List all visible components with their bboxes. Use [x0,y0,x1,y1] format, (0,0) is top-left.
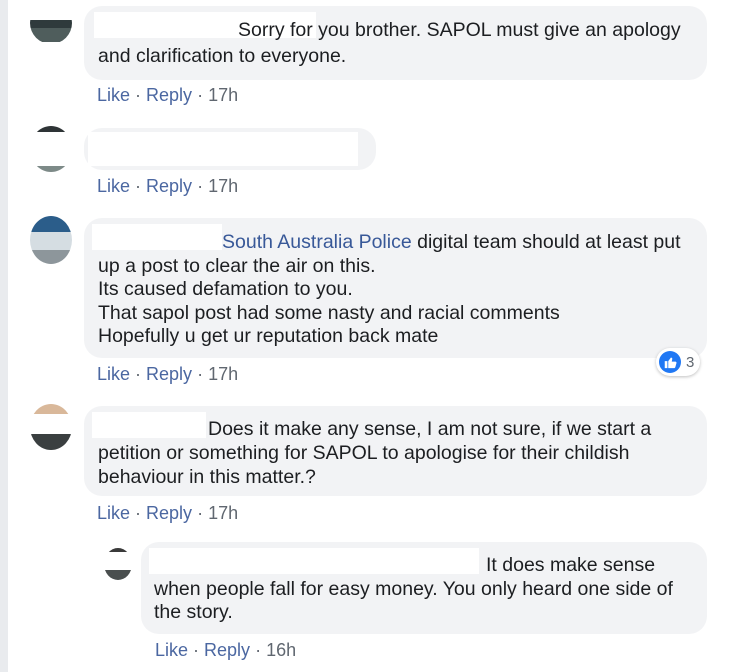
reply-link[interactable]: Reply [146,176,192,196]
like-link[interactable]: Like [155,640,188,660]
comment-bubble: Does it make any sense, I am not sure, i… [84,406,707,496]
avatar[interactable] [30,2,72,44]
separator: · [188,640,205,660]
comment-text-line: and clarification to everyone. [98,45,347,67]
reply-link[interactable]: Reply [146,364,192,384]
comment-bubble: South Australia Police digital team shou… [84,218,707,358]
separator: · [130,176,147,196]
like-icon [659,351,681,373]
separator: · [192,85,209,105]
page-mention-link[interactable]: South Australia Police [222,231,412,253]
separator: · [192,503,209,523]
left-rail [0,0,8,672]
comment-actions: Like · Reply · 17h [97,176,238,197]
comment-text-line: when people fall for easy money. You onl… [154,578,673,600]
comment-bubble [84,128,376,170]
comment-bubble: Sorry for you brother. SAPOL must give a… [84,6,707,80]
comment-actions: Like · Reply · 17h [97,85,238,106]
timestamp[interactable]: 17h [208,85,238,105]
comment-text-line: Hopefully u get ur reputation back mate [98,325,439,347]
like-link[interactable]: Like [97,364,130,384]
avatar[interactable] [30,126,72,172]
reply-link[interactable]: Reply [204,640,250,660]
comment-actions: Like · Reply · 17h [97,364,238,385]
comment-actions: Like · Reply · 16h [155,640,296,661]
comment-text-line: the story. [154,601,233,623]
avatar[interactable] [30,216,72,264]
redacted-name [88,132,358,166]
timestamp[interactable]: 17h [208,176,238,196]
redacted-name [92,412,206,438]
separator: · [130,85,147,105]
comment-text-line: behaviour in this matter.? [98,466,316,488]
redacted-name [92,224,222,250]
separator: · [130,364,147,384]
reaction-count: 3 [686,353,695,371]
separator: · [192,364,209,384]
timestamp[interactable]: 17h [208,503,238,523]
comment-text-line: petition or something for SAPOL to apolo… [98,442,630,464]
reaction-badge[interactable]: 3 [656,348,701,376]
timestamp[interactable]: 17h [208,364,238,384]
avatar[interactable] [30,404,72,450]
like-link[interactable]: Like [97,503,130,523]
comment-text-line: It does make sense [486,554,656,576]
comment-text-line: South Australia Police digital team shou… [222,231,681,253]
timestamp[interactable]: 16h [266,640,296,660]
comment-text-line: Its caused defamation to you. [98,278,353,300]
comment-text-line: up a post to clear the air on this. [98,255,376,277]
comment-bubble: It does make sense when people fall for … [141,542,707,634]
avatar[interactable] [104,548,132,580]
comment-text-line: That sapol post had some nasty and racia… [98,302,560,324]
reply-link[interactable]: Reply [146,85,192,105]
separator: · [130,503,147,523]
separator: · [192,176,209,196]
separator: · [250,640,267,660]
comment-actions: Like · Reply · 17h [97,503,238,524]
reply-link[interactable]: Reply [146,503,192,523]
comment-text-line: Does it make any sense, I am not sure, i… [208,418,652,440]
redacted-name [149,548,479,574]
like-link[interactable]: Like [97,176,130,196]
comment-text-line: Sorry for you brother. SAPOL must give a… [238,19,681,41]
like-link[interactable]: Like [97,85,130,105]
